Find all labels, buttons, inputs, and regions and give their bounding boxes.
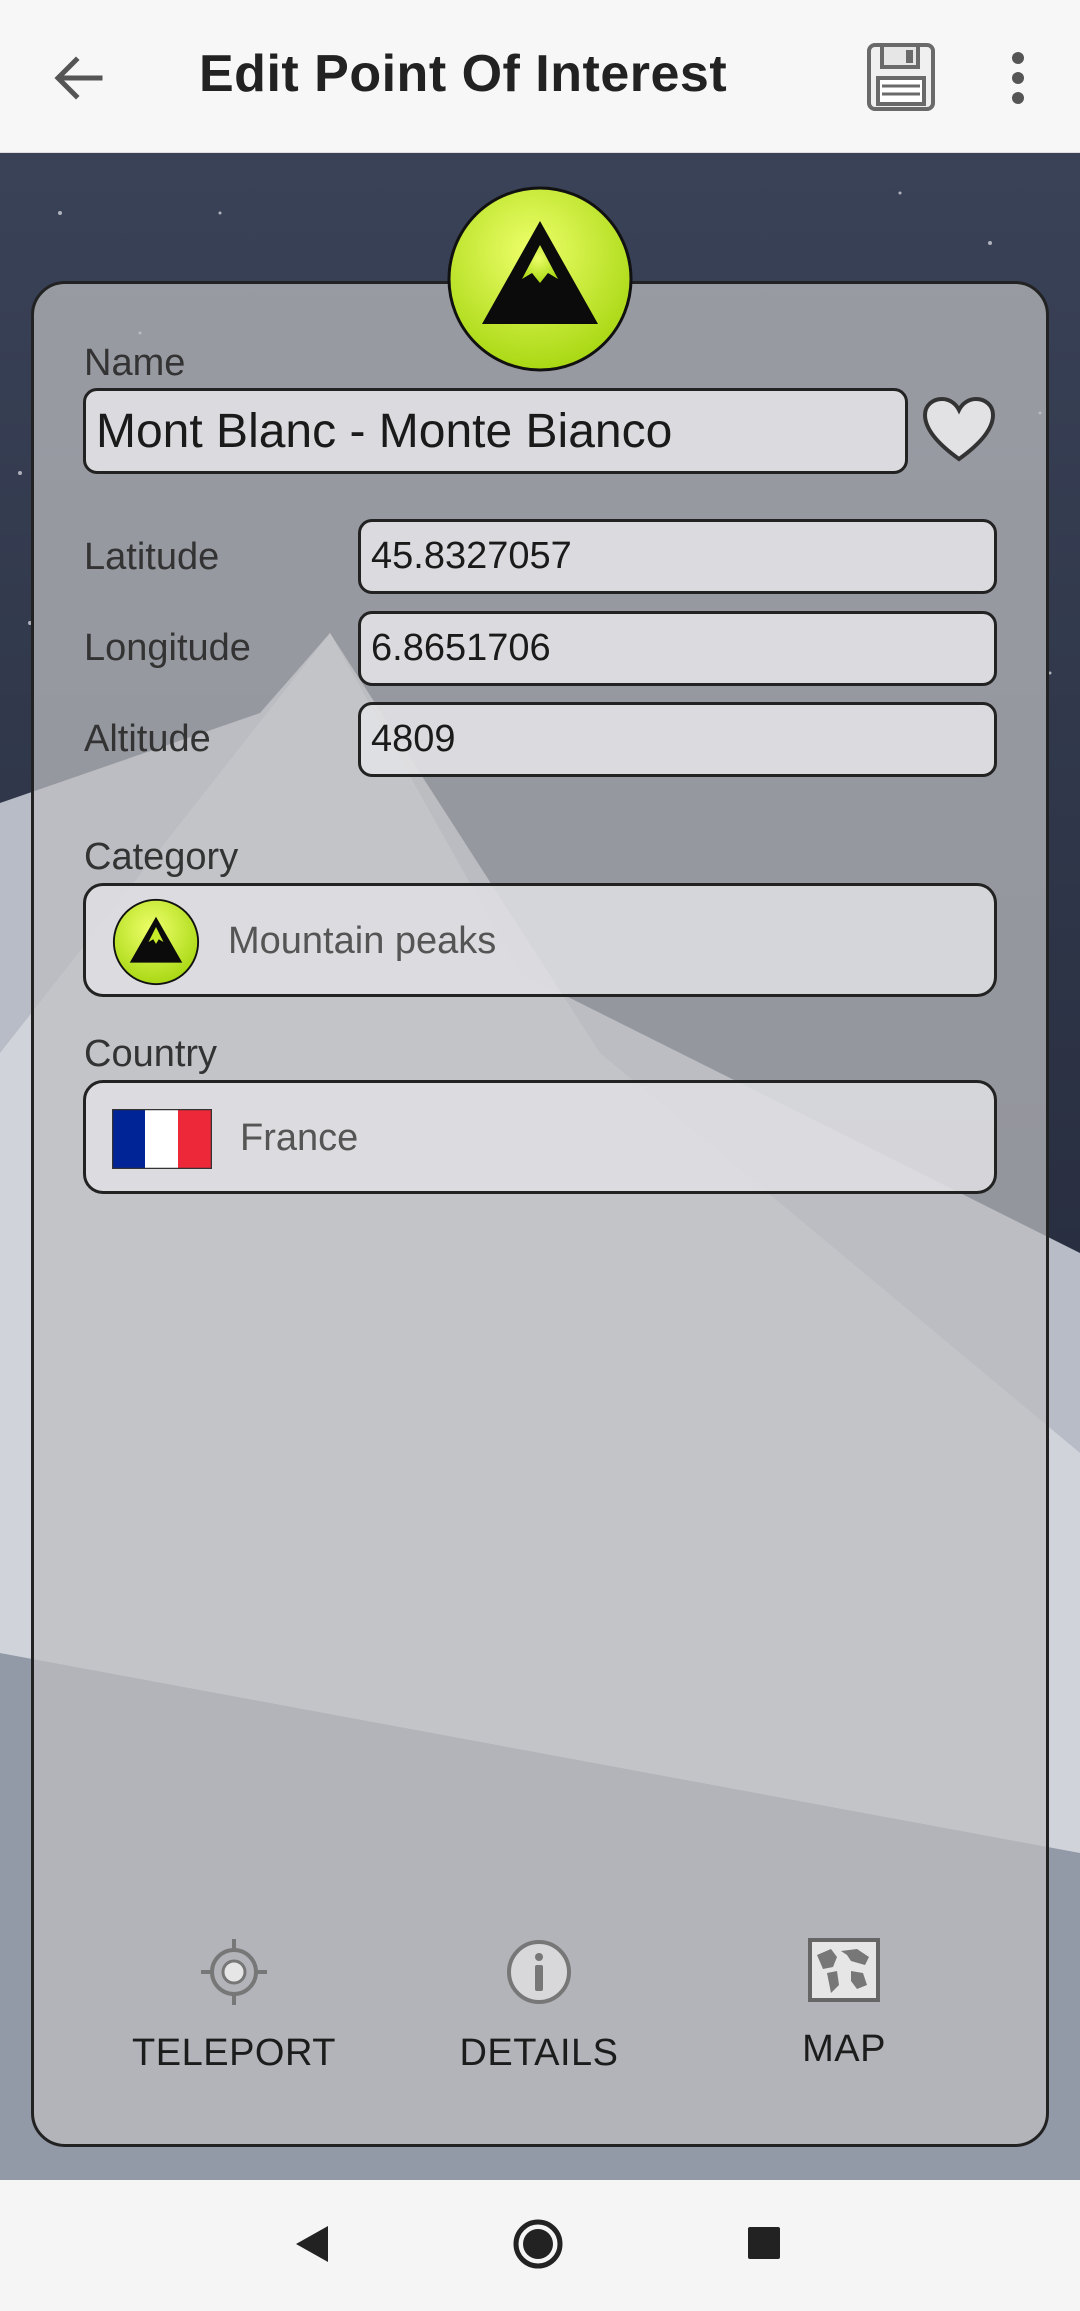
country-value: France	[240, 1117, 359, 1159]
more-vert-icon[interactable]	[1000, 50, 1036, 106]
nav-back-icon[interactable]	[294, 2224, 330, 2264]
teleport-button[interactable]: TELEPORT	[104, 1937, 364, 2075]
teleport-label: TELEPORT	[132, 2032, 336, 2074]
favorite-heart-icon[interactable]	[921, 395, 997, 465]
app-bar: Edit Point Of Interest	[0, 0, 1080, 153]
altitude-field[interactable]: 4809	[358, 702, 997, 777]
nav-recents-icon[interactable]	[747, 2226, 781, 2260]
longitude-label: Longitude	[84, 627, 251, 669]
details-button[interactable]: DETAILS	[409, 1937, 669, 2075]
page-title: Edit Point Of Interest	[199, 45, 728, 103]
category-select[interactable]: Mountain peaks	[83, 883, 997, 997]
map-button[interactable]: MAP	[714, 1937, 974, 2071]
name-value: Mont Blanc - Monte Bianco	[96, 404, 673, 458]
crosshair-icon	[201, 1939, 267, 2005]
country-select[interactable]: France	[83, 1080, 997, 1194]
latitude-label: Latitude	[84, 536, 220, 578]
map-label: MAP	[802, 2028, 886, 2070]
system-nav-bar	[0, 2180, 1080, 2311]
details-label: DETAILS	[459, 2032, 619, 2074]
info-icon	[507, 1940, 571, 2004]
longitude-value: 6.8651706	[371, 627, 551, 669]
latitude-field[interactable]: 45.8327057	[358, 519, 997, 594]
france-flag-icon	[112, 1109, 212, 1169]
country-label: Country	[84, 1033, 218, 1075]
name-field[interactable]: Mont Blanc - Monte Bianco	[83, 388, 908, 474]
altitude-label: Altitude	[84, 718, 211, 760]
floppy-disk-icon[interactable]	[866, 42, 936, 112]
mountain-peak-icon	[447, 186, 633, 372]
latitude-value: 45.8327057	[371, 535, 572, 577]
arrow-left-icon[interactable]	[50, 50, 106, 106]
mountain-peak-icon	[112, 898, 200, 986]
altitude-value: 4809	[371, 718, 456, 760]
nav-home-icon[interactable]	[512, 2218, 564, 2270]
name-label: Name	[84, 342, 186, 384]
longitude-field[interactable]: 6.8651706	[358, 611, 997, 686]
category-value: Mountain peaks	[228, 920, 497, 962]
category-label: Category	[84, 836, 239, 878]
world-map-icon	[808, 1938, 880, 2002]
